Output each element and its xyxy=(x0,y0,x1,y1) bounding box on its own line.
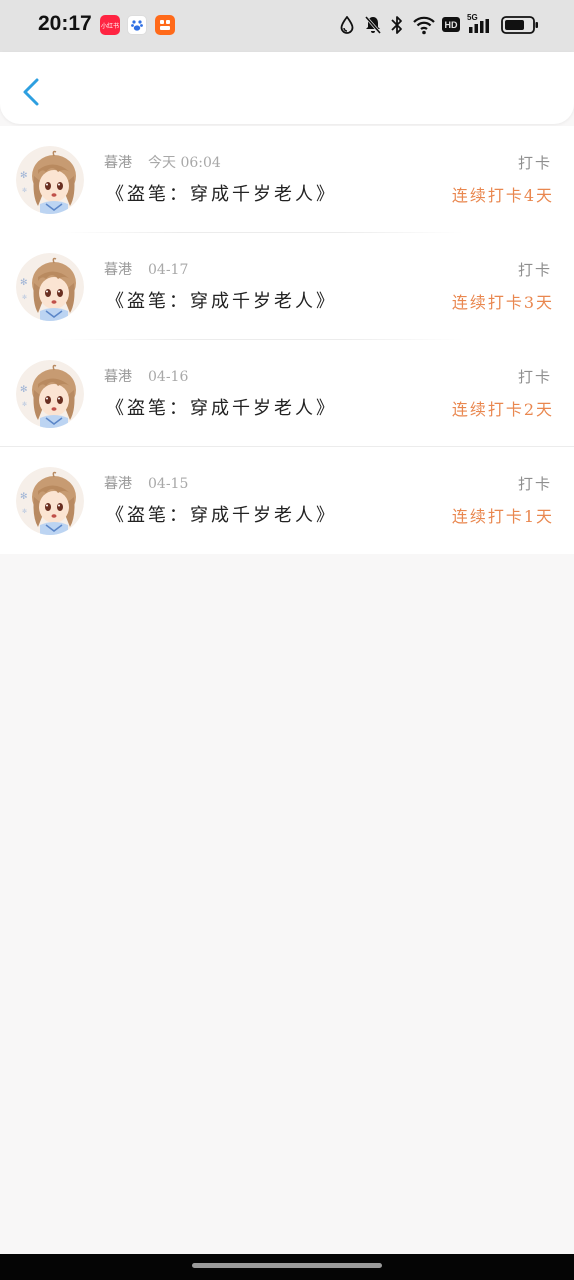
checkin-action-label: 打卡 xyxy=(517,368,552,386)
svg-text:✻: ✻ xyxy=(22,294,27,301)
checkin-meta: 暮港 04-15 xyxy=(104,473,188,493)
avatar[interactable]: ✻ ✻ xyxy=(16,467,84,535)
user-name: 暮港 xyxy=(104,369,132,385)
status-time: 20:17 xyxy=(38,12,92,35)
streak-label: 连续打卡2天 xyxy=(451,400,554,419)
system-nav-bar xyxy=(0,1254,574,1280)
checkin-time: 04-15 xyxy=(148,476,189,492)
streak-label: 连续打卡4天 xyxy=(451,186,554,205)
avatar[interactable]: ✻ ✻ xyxy=(16,360,84,428)
baidu-app-icon xyxy=(127,15,147,35)
bluetooth-icon xyxy=(391,16,402,34)
svg-text:✻: ✻ xyxy=(20,492,28,502)
battery-icon xyxy=(501,16,538,34)
svg-text:✻: ✻ xyxy=(20,171,28,181)
wifi-icon xyxy=(413,16,435,35)
checkin-meta: 暮港 04-17 xyxy=(104,259,188,279)
back-button[interactable] xyxy=(16,72,48,112)
book-title: 《盗笔：穿成千岁老人》 xyxy=(106,398,337,419)
top-header xyxy=(0,52,574,124)
xiaohongshu-app-icon: 小红书 xyxy=(100,15,120,35)
checkin-time: 04-16 xyxy=(148,369,189,385)
home-indicator[interactable] xyxy=(192,1263,382,1268)
water-drop-icon xyxy=(340,16,354,34)
orange-app-icon xyxy=(155,15,175,35)
list-item[interactable]: ✻ ✻ 暮港 今天 06:04 《盗笔：穿成千岁老人》 打卡 连续打卡4天 xyxy=(0,126,574,233)
list-item[interactable]: ✻ ✻ 暮港 04-17 《盗笔：穿成千岁老人》 打卡 连续打卡3天 xyxy=(0,233,574,340)
svg-text:✻: ✻ xyxy=(20,278,28,288)
streak-label: 连续打卡1天 xyxy=(451,507,554,526)
book-title: 《盗笔：穿成千岁老人》 xyxy=(106,291,337,312)
checkin-action-label: 打卡 xyxy=(517,261,552,279)
list-item[interactable]: ✻ ✻ 暮港 04-16 《盗笔：穿成千岁老人》 打卡 连续打卡2天 xyxy=(0,340,574,447)
svg-text:✻: ✻ xyxy=(22,187,27,194)
list-item[interactable]: ✻ ✻ 暮港 04-15 《盗笔：穿成千岁老人》 打卡 连续打卡1天 xyxy=(0,447,574,554)
hd-icon: HD xyxy=(442,17,460,32)
chevron-left-icon xyxy=(23,78,39,106)
checkin-meta: 暮港 04-16 xyxy=(104,366,188,386)
book-title: 《盗笔：穿成千岁老人》 xyxy=(106,184,337,205)
user-name: 暮港 xyxy=(104,262,132,278)
signal-5g-icon: 5G xyxy=(467,13,495,35)
status-bar: 20:17 小红书 HD 5G xyxy=(0,0,574,52)
checkin-list: ✻ ✻ 暮港 今天 06:04 《盗笔：穿成千岁老人》 打卡 连续打卡4天 ✻ … xyxy=(0,126,574,554)
checkin-meta: 暮港 今天 06:04 xyxy=(104,152,221,172)
checkin-action-label: 打卡 xyxy=(517,475,552,493)
avatar[interactable]: ✻ ✻ xyxy=(16,146,84,214)
checkin-action-label: 打卡 xyxy=(517,154,552,172)
checkin-time: 04-17 xyxy=(148,262,189,278)
checkin-time: 今天 06:04 xyxy=(148,155,221,171)
streak-label: 连续打卡3天 xyxy=(451,293,554,312)
svg-text:✻: ✻ xyxy=(20,385,28,395)
svg-text:✻: ✻ xyxy=(22,508,27,515)
user-name: 暮港 xyxy=(104,476,132,492)
book-title: 《盗笔：穿成千岁老人》 xyxy=(106,505,337,526)
svg-text:✻: ✻ xyxy=(22,401,27,408)
mute-bell-icon xyxy=(364,16,382,34)
avatar[interactable]: ✻ ✻ xyxy=(16,253,84,321)
user-name: 暮港 xyxy=(104,155,132,171)
